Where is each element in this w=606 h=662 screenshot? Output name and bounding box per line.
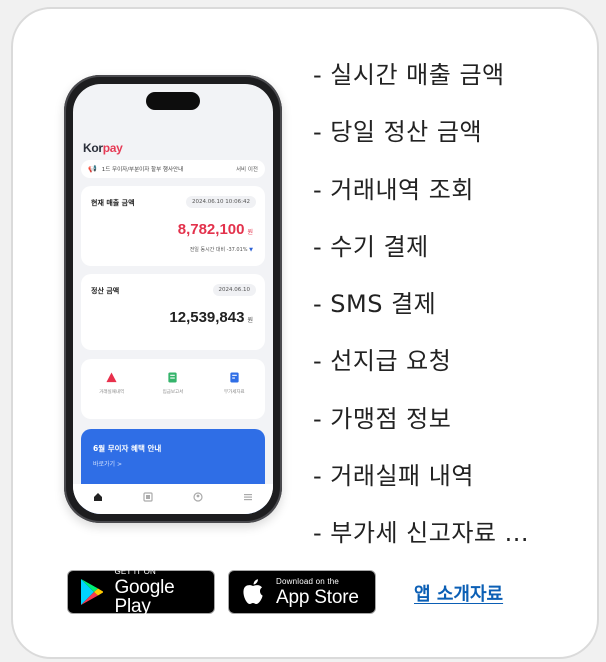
feature-item: - 가맹점 정보: [313, 404, 452, 433]
notice-bar[interactable]: 📢 1드 무이자/부분이자 할부 행사안내 서비 이전: [81, 160, 265, 178]
promo-title: 6월 무이자 혜택 안내: [93, 444, 162, 453]
quick-menu-vat-data[interactable]: 부가세자료: [209, 372, 259, 395]
sales-compare: 전일 동시간 대비 -37.01% ▼: [189, 247, 253, 253]
menu-icon[interactable]: [242, 491, 254, 503]
sales-title: 현재 매출 금액: [91, 199, 135, 207]
megaphone-icon: 📢: [88, 165, 97, 173]
settle-amount: 12,539,843 원: [169, 309, 253, 326]
feature-item: - 거래실패 내역: [313, 462, 474, 491]
phone-screen: Korpay 📢 1드 무이자/부분이자 할부 행사안내 서비 이전 현재 매출…: [73, 84, 273, 514]
quick-menu-failed-transactions[interactable]: 거래실패내역: [87, 372, 137, 395]
apple-icon: [238, 577, 268, 607]
notice-button[interactable]: 서비 이전: [236, 165, 258, 173]
google-badge-small-text: GET IT ON: [114, 567, 156, 576]
feature-item: - 부가세 신고자료 ...: [313, 519, 529, 548]
quick-menu-panel: 거래실패내역 입금보고서 부가세자료: [81, 359, 265, 419]
korpay-logo: Korpay: [83, 141, 123, 155]
dynamic-island: [146, 92, 200, 110]
grid-icon[interactable]: [142, 491, 154, 503]
home-icon[interactable]: [92, 491, 104, 503]
apple-badge-big-text: App Store: [276, 586, 359, 608]
settle-title: 정산 금액: [91, 287, 120, 295]
current-sales-panel[interactable]: 현재 매출 금액 2024.06.10 10:06:42 8,782,100 원 …: [81, 186, 265, 266]
feature-item: - 수기 결제: [313, 232, 429, 261]
feature-list: - 실시간 매출 금액 - 당일 정산 금액 - 거래내역 조회 - 수기 결제…: [313, 55, 529, 571]
quick-menu-deposit-report[interactable]: 입금보고서: [148, 372, 198, 395]
sales-timestamp: 2024.06.10 10:06:42: [186, 196, 256, 208]
phone-mockup: Korpay 📢 1드 무이자/부분이자 할부 행사안내 서비 이전 현재 매출…: [64, 75, 282, 523]
notice-text: 1드 무이자/부분이자 할부 행사안내: [101, 167, 184, 173]
apple-badge-small-text: Download on the: [276, 576, 340, 586]
feature-item: - 실시간 매출 금액: [313, 61, 505, 89]
feature-item: - 당일 정산 금액: [313, 118, 483, 147]
sales-amount: 8,782,100 원: [177, 221, 253, 238]
google-play-icon: [77, 577, 106, 607]
settlement-panel[interactable]: 정산 금액 2024.06.10 12,539,843 원: [81, 274, 265, 350]
report-icon: [168, 372, 178, 383]
tab-bar: [73, 484, 273, 514]
feature-item: - 거래내역 조회: [313, 175, 474, 204]
app-intro-link[interactable]: 앱 소개자료: [414, 580, 503, 606]
profile-icon[interactable]: [192, 491, 204, 503]
down-arrow-icon: ▼: [249, 247, 253, 253]
feature-item: - 선지급 요청: [313, 347, 452, 376]
warning-icon: [106, 372, 117, 383]
app-store-badge[interactable]: Download on the App Store: [228, 570, 376, 614]
promo-link[interactable]: 바로가기 >: [93, 459, 122, 468]
app-promo-card: Korpay 📢 1드 무이자/부분이자 할부 행사안내 서비 이전 현재 매출…: [11, 7, 599, 659]
document-icon: [230, 372, 239, 383]
google-badge-big-text: Google Play: [114, 577, 175, 617]
settle-date: 2024.06.10: [212, 284, 256, 296]
google-play-badge[interactable]: GET IT ON Google Play: [67, 567, 215, 617]
feature-item: - SMS 결제: [313, 290, 437, 319]
